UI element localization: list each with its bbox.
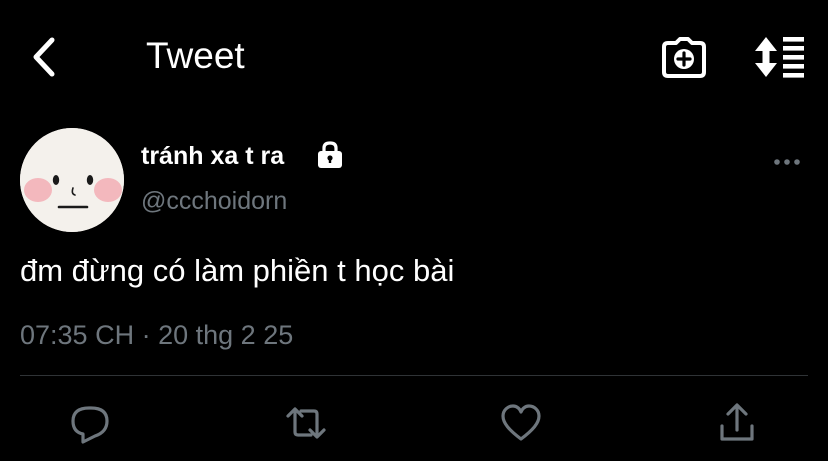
meta-separator: · bbox=[141, 320, 151, 350]
share-icon bbox=[720, 403, 754, 441]
more-horizontal-icon bbox=[774, 159, 800, 165]
tweet-date: 20 thg 2 25 bbox=[158, 320, 294, 350]
back-button[interactable] bbox=[26, 34, 66, 80]
sort-list-icon bbox=[755, 37, 804, 78]
user-handle[interactable]: @ccchoidorn bbox=[141, 185, 287, 217]
reply-button[interactable] bbox=[69, 402, 111, 444]
divider bbox=[20, 375, 808, 376]
sort-button[interactable] bbox=[752, 36, 806, 78]
tweet-timestamp: 07:35 CH · 20 thg 2 25 bbox=[20, 318, 293, 352]
avatar-face-image bbox=[20, 128, 124, 232]
more-options-button[interactable] bbox=[770, 150, 804, 174]
like-button[interactable] bbox=[500, 402, 542, 444]
tweet-time: 07:35 CH bbox=[20, 320, 135, 350]
page-title: Tweet bbox=[146, 35, 245, 76]
retweet-button[interactable] bbox=[285, 402, 327, 444]
display-name[interactable]: tránh xa t ra bbox=[141, 140, 284, 172]
share-button[interactable] bbox=[716, 402, 758, 444]
camera-button[interactable] bbox=[660, 36, 708, 80]
heart-icon bbox=[501, 404, 541, 441]
retweet-icon bbox=[286, 407, 326, 439]
reply-icon bbox=[71, 406, 109, 444]
tweet-text: đm đừng có làm phiền t học bài bbox=[20, 253, 455, 288]
lock-icon bbox=[316, 141, 344, 169]
camera-plus-icon bbox=[662, 37, 706, 78]
avatar[interactable] bbox=[20, 128, 124, 232]
chevron-left-icon bbox=[33, 37, 55, 77]
